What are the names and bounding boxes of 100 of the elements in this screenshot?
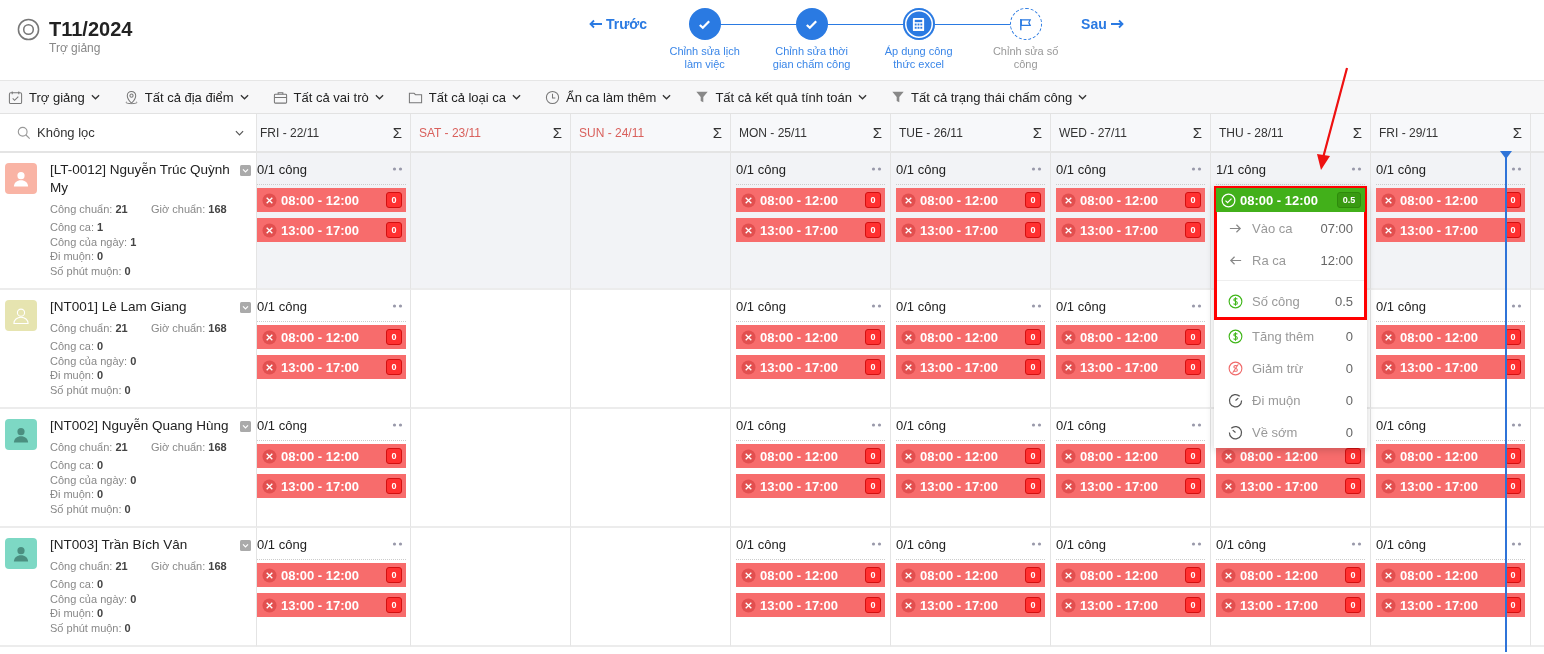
- step-indicator[interactable]: [1009, 8, 1042, 40]
- work-count-badge: 0: [1025, 448, 1041, 464]
- shift-block[interactable]: 13:00 - 17:00 0: [896, 474, 1045, 498]
- shift-block[interactable]: 13:00 - 17:00 0: [736, 218, 885, 242]
- step-indicator[interactable]: [902, 8, 935, 40]
- shift-block[interactable]: 13:00 - 17:00 0: [736, 474, 885, 498]
- step-indicator[interactable]: [795, 8, 828, 40]
- more-icon[interactable]: [1351, 167, 1363, 171]
- shift-block[interactable]: 08:00 - 12:00 0: [1376, 188, 1525, 212]
- more-icon[interactable]: [1031, 304, 1043, 308]
- more-icon[interactable]: [392, 304, 404, 308]
- more-icon[interactable]: [1351, 542, 1363, 546]
- sum-symbol[interactable]: Σ: [1032, 124, 1042, 141]
- shift-block[interactable]: 08:00 - 12:00 0: [896, 563, 1045, 587]
- shift-block[interactable]: 13:00 - 17:00 0: [1376, 593, 1525, 617]
- shift-block[interactable]: 08:00 - 12:00 0: [896, 325, 1045, 349]
- shift-block[interactable]: 08:00 - 12:00 0: [896, 444, 1045, 468]
- more-icon[interactable]: [871, 423, 883, 427]
- work-count-badge: 0: [1185, 329, 1201, 345]
- shift-block[interactable]: 13:00 - 17:00 0: [1056, 474, 1205, 498]
- shift-block[interactable]: 08:00 - 12:00 0: [1376, 325, 1525, 349]
- shift-block[interactable]: 08:00 - 12:00 0: [736, 563, 885, 587]
- previous-link[interactable]: Trước: [587, 16, 650, 32]
- shift-block[interactable]: 08:00 - 12:00 0: [257, 325, 406, 349]
- filter-dropdown[interactable]: Tất cả vai trò: [272, 89, 384, 105]
- close-circle-icon: [901, 448, 916, 464]
- shift-block[interactable]: 13:00 - 17:00 0: [896, 593, 1045, 617]
- shift-block[interactable]: 13:00 - 17:00 0: [1056, 355, 1205, 379]
- shift-block[interactable]: 13:00 - 17:00 0: [257, 218, 406, 242]
- shift-block[interactable]: 13:00 - 17:00 0: [1376, 218, 1525, 242]
- filter-dropdown[interactable]: Tất cả trạng thái chấm công: [891, 89, 1088, 105]
- dropdown-icon[interactable]: [240, 421, 251, 432]
- shift-block[interactable]: 13:00 - 17:00 0: [1056, 593, 1205, 617]
- shift-block[interactable]: 08:00 - 12:00 0.5: [1216, 188, 1365, 212]
- sum-symbol[interactable]: Σ: [712, 124, 722, 141]
- sum-symbol[interactable]: Σ: [392, 124, 402, 141]
- shift-block[interactable]: 08:00 - 12:00 0: [736, 444, 885, 468]
- shift-block[interactable]: 08:00 - 12:00 0: [1056, 563, 1205, 587]
- shift-block[interactable]: 08:00 - 12:00 0: [736, 188, 885, 212]
- more-icon[interactable]: [1031, 542, 1043, 546]
- shift-block[interactable]: 13:00 - 17:00 0: [1056, 218, 1205, 242]
- more-icon[interactable]: [392, 423, 404, 427]
- more-icon[interactable]: [871, 542, 883, 546]
- employee-stat: Giờ chuẩn: 168: [151, 202, 228, 217]
- shift-block[interactable]: 08:00 - 12:00 0: [1056, 444, 1205, 468]
- shift-block[interactable]: 13:00 - 17:00 0: [736, 355, 885, 379]
- more-icon[interactable]: [1031, 167, 1043, 171]
- shift-block[interactable]: 08:00 - 12:00 0: [1056, 188, 1205, 212]
- shift-block[interactable]: 08:00 - 12:00 0: [896, 188, 1045, 212]
- more-icon[interactable]: [1511, 304, 1523, 308]
- shift-block[interactable]: 08:00 - 12:00 0: [1216, 563, 1365, 587]
- sum-symbol[interactable]: Σ: [1512, 124, 1522, 141]
- shift-block[interactable]: 13:00 - 17:00 0: [1376, 355, 1525, 379]
- dropdown-icon[interactable]: [240, 540, 251, 551]
- shift-block[interactable]: 13:00 - 17:00 0: [896, 355, 1045, 379]
- more-icon[interactable]: [1191, 542, 1203, 546]
- shift-block[interactable]: 08:00 - 12:00 0: [1056, 325, 1205, 349]
- shift-block[interactable]: 13:00 - 17:00 0: [896, 218, 1045, 242]
- more-icon[interactable]: [1511, 167, 1523, 171]
- shift-block[interactable]: 13:00 - 17:00 0: [736, 593, 885, 617]
- shift-block[interactable]: 08:00 - 12:00 0: [257, 563, 406, 587]
- shift-block[interactable]: 08:00 - 12:00 0: [257, 188, 406, 212]
- sum-symbol[interactable]: Σ: [1192, 124, 1202, 141]
- filter-dropdown[interactable]: Tất cả địa điểm: [123, 89, 249, 105]
- shift-block[interactable]: 13:00 - 17:00 0: [257, 355, 406, 379]
- sum-symbol[interactable]: Σ: [552, 124, 562, 141]
- more-icon[interactable]: [1191, 304, 1203, 308]
- shift-block[interactable]: 08:00 - 12:00 0: [1376, 563, 1525, 587]
- sum-symbol[interactable]: Σ: [872, 124, 882, 141]
- shift-block[interactable]: 08:00 - 12:00 0: [736, 325, 885, 349]
- more-icon[interactable]: [871, 304, 883, 308]
- check-circle-icon: [1221, 192, 1236, 208]
- shift-block[interactable]: 13:00 - 17:00 0: [1376, 474, 1525, 498]
- more-icon[interactable]: [1031, 423, 1043, 427]
- filter-dropdown[interactable]: Tất cả loại ca: [407, 89, 522, 105]
- filter-dropdown[interactable]: Trợ giảng: [8, 89, 100, 105]
- dropdown-icon[interactable]: [240, 302, 251, 313]
- more-icon[interactable]: [392, 542, 404, 546]
- day-summary: 0/1 công: [896, 536, 946, 552]
- close-circle-icon: [1381, 478, 1396, 494]
- sum-symbol[interactable]: Σ: [1352, 124, 1362, 141]
- shift-block[interactable]: 13:00 - 17:00 0: [1216, 474, 1365, 498]
- dropdown-icon[interactable]: [240, 165, 251, 176]
- step-indicator[interactable]: [688, 8, 721, 40]
- filter-dropdown[interactable]: Ẩn ca làm thêm: [545, 89, 672, 105]
- more-icon[interactable]: [1511, 423, 1523, 427]
- more-icon[interactable]: [1191, 423, 1203, 427]
- shift-block[interactable]: 13:00 - 17:00 0: [257, 593, 406, 617]
- more-icon[interactable]: [1191, 167, 1203, 171]
- next-link[interactable]: Sau: [1079, 16, 1126, 32]
- filter-select[interactable]: Không lọc: [17, 125, 244, 140]
- more-icon[interactable]: [392, 167, 404, 171]
- day-column-header: FRI - 29/11: [1379, 125, 1439, 140]
- shift-block[interactable]: 13:00 - 17:00 0: [1216, 593, 1365, 617]
- shift-block[interactable]: 08:00 - 12:00 0: [257, 444, 406, 468]
- shift-block[interactable]: 08:00 - 12:00 0: [1376, 444, 1525, 468]
- filter-dropdown[interactable]: Tất cả kết quả tính toán: [695, 89, 867, 105]
- shift-block[interactable]: 13:00 - 17:00 0: [257, 474, 406, 498]
- more-icon[interactable]: [871, 167, 883, 171]
- more-icon[interactable]: [1511, 542, 1523, 546]
